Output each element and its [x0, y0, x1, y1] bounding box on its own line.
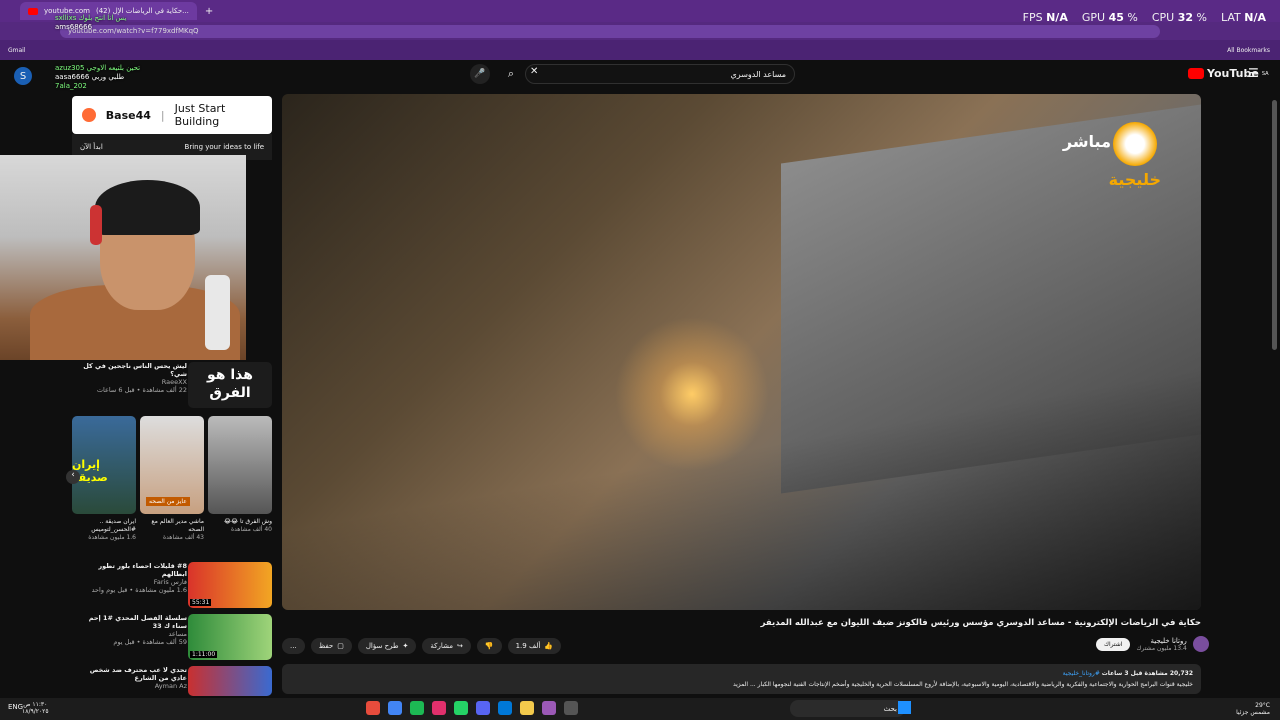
- views-line: 20,732 مشاهدة قبل 3 ساعات: [1101, 670, 1193, 677]
- chrome-icon[interactable]: [388, 701, 402, 715]
- chat-line: sxllixs يس انا انتج بلوك: [55, 14, 127, 22]
- rec-thumb-2[interactable]: 55:31: [188, 562, 272, 608]
- obs-icon[interactable]: [564, 701, 578, 715]
- rec-item-4[interactable]: تحدي لا عب محترف ضد شخص عادي من الشارع A…: [72, 666, 187, 690]
- chat-line: azuz305 تحين بلتيعه الاوجي: [55, 64, 141, 72]
- chat-overlay: sxllixs يس انا انتج بلوك ams68666 azuz30…: [55, 14, 140, 91]
- channel-name[interactable]: روتانا خليجية: [1136, 637, 1186, 645]
- ad-cta-button[interactable]: ابدأ الآن: [80, 143, 103, 151]
- instagram-icon[interactable]: [432, 701, 446, 715]
- address-bar-row: youtube.com/watch?v=f779xdfMKqQ: [0, 22, 1280, 40]
- ad-tagline: Just Start Building: [174, 102, 226, 128]
- discord-icon[interactable]: [476, 701, 490, 715]
- channel-watermark: مباشر خليجية: [1063, 122, 1161, 189]
- short-caption: وش الفرق تا 😂😂 40 ألف مشاهدة: [224, 518, 272, 533]
- video-title: حكاية في الرياضات الإلكترونية - مساعد ال…: [760, 618, 1201, 628]
- short-caption: ماشي مدير العالم مع الصحه 43 ألف مشاهدة: [151, 518, 204, 541]
- rec-item-2[interactable]: #8 قليلات احصاء بلور تطور ابطالهم فارس F…: [72, 562, 187, 594]
- subscribe-button[interactable]: اشتراك: [1096, 637, 1131, 651]
- ad-brand: Base44: [105, 108, 151, 122]
- description-text: خليجية قنوات البرامج الحوارية والاجتماعي…: [732, 681, 1193, 688]
- webcam-overlay: [0, 155, 246, 360]
- edge-icon[interactable]: [498, 701, 512, 715]
- ad-subtitle: Bring your ideas to life: [184, 143, 264, 151]
- app-icon[interactable]: [366, 701, 380, 715]
- rec-thumb-4[interactable]: [188, 666, 272, 696]
- base44-logo-icon: [82, 108, 96, 122]
- page-scrollbar[interactable]: [1272, 100, 1277, 350]
- chat-line: aasa6666 طلبي وربي: [55, 73, 125, 81]
- microphone-icon: [205, 275, 230, 350]
- rec-meta: 22 ألف مشاهدة • قبل 6 ساعات: [96, 386, 187, 394]
- taskbar-apps: [366, 701, 578, 715]
- share-icon: ↪: [457, 642, 463, 650]
- rec-item-1[interactable]: ليش يحس الناس ناجحين في كل شي؟ RaeeXX 22…: [72, 362, 187, 394]
- taskbar-lang[interactable]: ENG: [8, 703, 23, 711]
- taskbar-clock: 29°C مشمس جزئيا: [1236, 702, 1270, 716]
- spotify-icon[interactable]: [410, 701, 424, 715]
- taskbar-tray-left: ENG: [8, 703, 23, 711]
- short-thumb[interactable]: إيران صديقة: [72, 416, 136, 514]
- whatsapp-icon[interactable]: [454, 701, 468, 715]
- video-player[interactable]: مباشر خليجية: [282, 94, 1201, 610]
- bookmark-icon: ▢: [337, 642, 344, 650]
- folder-icon[interactable]: [520, 701, 534, 715]
- video-actions: ... حفظ ▢ طرح سؤال ✦ مشاركة ↪ 👎 1.9 ألف …: [282, 638, 561, 654]
- rotana-logo-icon: [1112, 122, 1157, 166]
- twitch-icon[interactable]: [542, 701, 556, 715]
- sparkle-icon: ✦: [402, 642, 409, 650]
- thumbs-up-icon: 👍: [544, 642, 553, 650]
- streamer-beanie: [95, 180, 200, 235]
- windows-taskbar: [0, 698, 1280, 720]
- rec-item-3[interactable]: سلسلة الفصل المحدي #1 إحم سناء ك 33 مساع…: [72, 614, 187, 646]
- short-caption: ايران صديقة .. #الحسن_لتوميس 1.6 مليون م…: [88, 518, 136, 541]
- short-thumb[interactable]: عايز من الصحه: [140, 416, 204, 514]
- bookmarks-bar: Gmail All Bookmarks: [0, 40, 1280, 60]
- address-bar[interactable]: youtube.com/watch?v=f779xdfMKqQ: [60, 24, 1160, 38]
- thumbs-down-icon: 👎: [484, 642, 494, 650]
- hashtag-link[interactable]: #روتانا_خليجية: [1063, 670, 1100, 677]
- video-description[interactable]: 20,732 مشاهدة قبل 3 ساعات #روتانا_خليجية…: [282, 664, 1201, 694]
- youtube-favicon-icon: [28, 7, 38, 15]
- channel-info: روتانا خليجية 13.4 مليون مشترك اشتراك: [1096, 636, 1209, 652]
- voice-search-icon[interactable]: 🎤: [470, 64, 490, 84]
- taskbar-search[interactable]: بحث: [790, 700, 905, 717]
- save-button[interactable]: حفظ ▢: [310, 638, 352, 654]
- like-button[interactable]: 1.9 ألف 👍: [507, 638, 561, 654]
- rec-title: ليش يحس الناس ناجحين في كل شي؟: [83, 362, 187, 378]
- all-bookmarks[interactable]: All Bookmarks: [1227, 47, 1270, 54]
- rec-thumb-1[interactable]: هذا هو الفرق: [188, 362, 272, 408]
- hamburger-menu-icon[interactable]: ☰: [1248, 66, 1259, 80]
- rec-channel: RaeeXX: [161, 378, 187, 386]
- chat-line: ams68666: [55, 23, 93, 31]
- search-input[interactable]: مساعد الدوسري: [525, 64, 795, 84]
- account-avatar[interactable]: S: [14, 67, 32, 85]
- rec-thumb-3[interactable]: 1:11:00: [188, 614, 272, 660]
- short-thumb[interactable]: [208, 416, 272, 514]
- channel-avatar[interactable]: [1192, 636, 1209, 652]
- ad-divider: |: [160, 108, 165, 122]
- ask-button[interactable]: طرح سؤال ✦: [357, 638, 417, 654]
- youtube-play-icon: [1188, 68, 1204, 79]
- video-scene-shadow: [282, 370, 1201, 610]
- new-tab-button[interactable]: +: [205, 6, 213, 17]
- shorts-prev-icon[interactable]: ‹: [66, 470, 80, 484]
- clear-search-icon[interactable]: ✕: [530, 66, 538, 77]
- sponsored-ad[interactable]: Base44 | Just Start Building: [72, 96, 272, 134]
- share-button[interactable]: مشاركة ↪: [422, 638, 471, 654]
- windows-start-icon[interactable]: [898, 701, 911, 714]
- bookmark-gmail[interactable]: Gmail: [8, 47, 26, 54]
- more-button[interactable]: ...: [282, 638, 305, 654]
- search-icon[interactable]: ⌕: [500, 64, 522, 84]
- headphones-icon: [90, 205, 102, 245]
- taskbar-datetime[interactable]: ١١:٣٠ ص ١٨/٩/٢٠٢٥: [22, 701, 49, 715]
- chat-line: 7ala_202: [55, 82, 87, 90]
- shorts-shelf: إيران صديقة عايز من الصحه: [72, 416, 272, 514]
- dislike-button[interactable]: 👎: [476, 638, 502, 654]
- channel-subs: 13.4 مليون مشترك: [1136, 644, 1187, 652]
